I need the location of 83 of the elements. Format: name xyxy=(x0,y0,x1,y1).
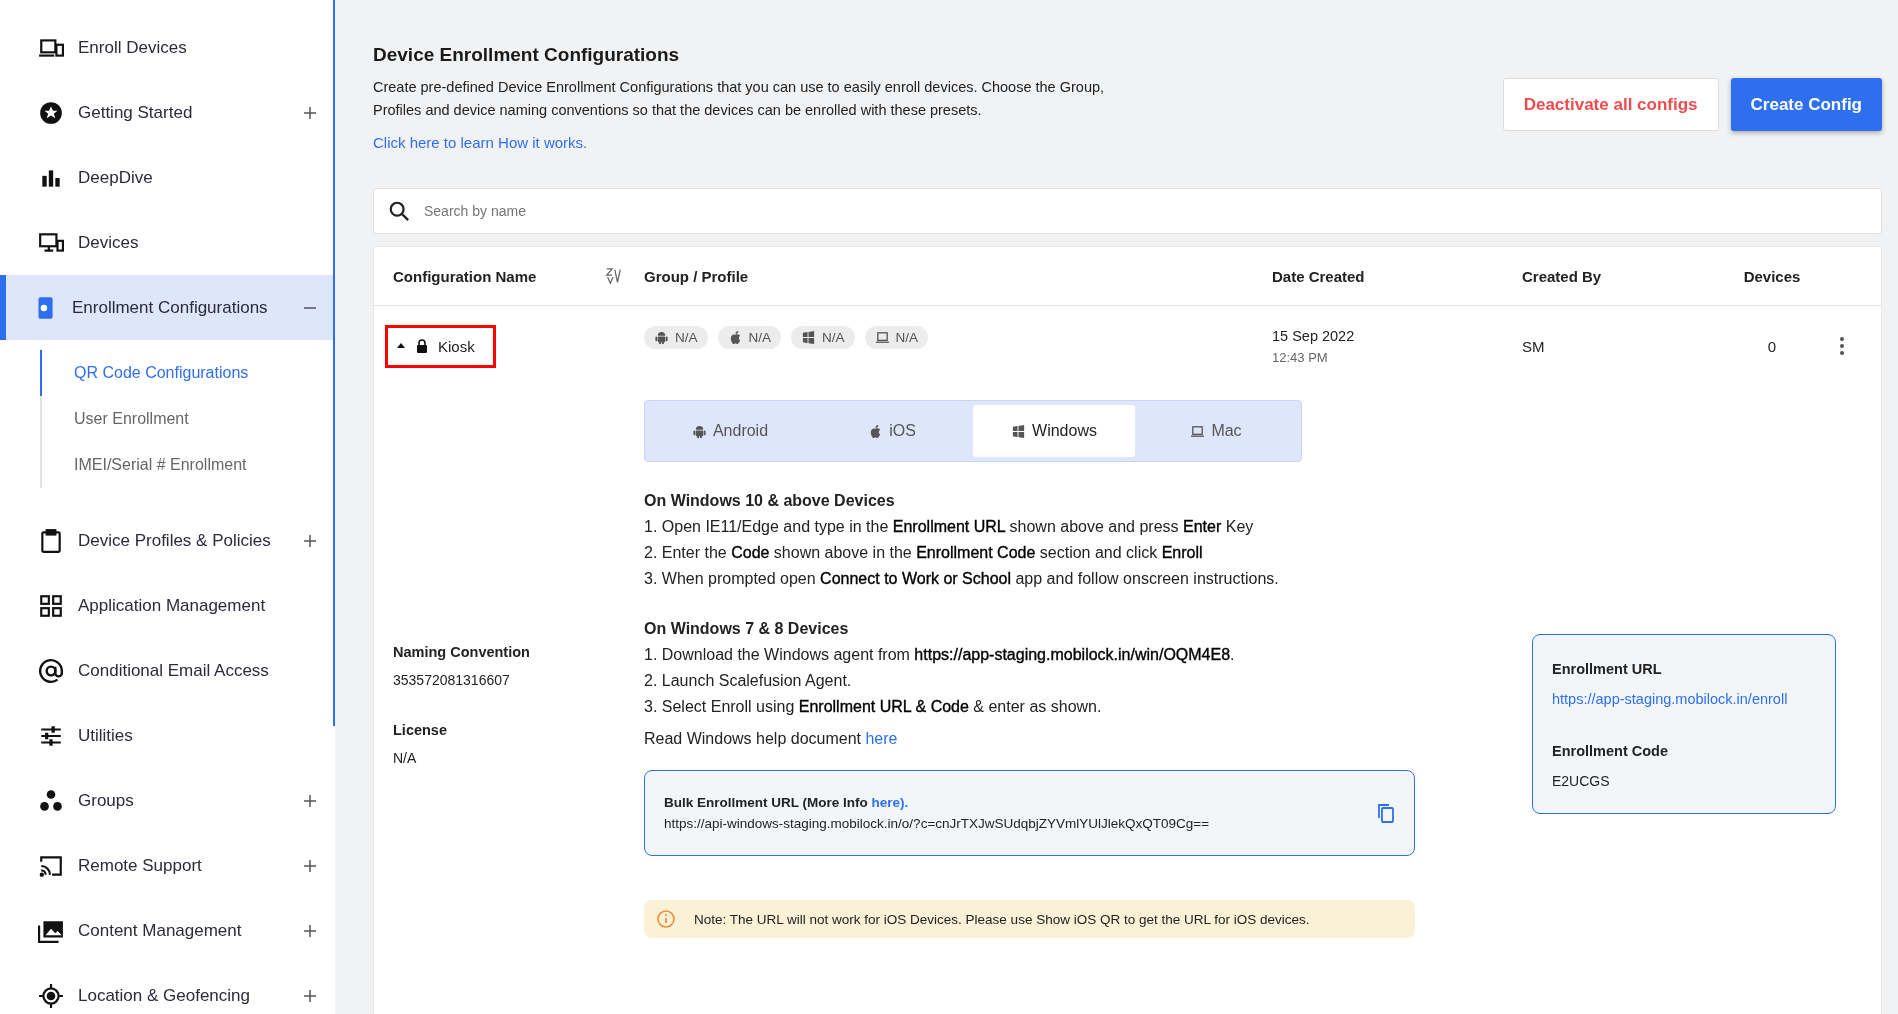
scrollbar[interactable] xyxy=(333,0,335,726)
sidebar-item[interactable]: Enrollment Configurations xyxy=(0,275,335,340)
field-label: Naming Convention xyxy=(393,644,531,660)
platform-tab[interactable]: Android xyxy=(649,405,811,457)
platform-tab[interactable]: Windows xyxy=(973,405,1135,457)
column-header: Devices xyxy=(1742,267,1802,285)
android-icon xyxy=(691,423,707,439)
target-icon xyxy=(38,982,64,1009)
help-link[interactable]: here xyxy=(865,730,898,747)
page-title: Device Enrollment Configurations xyxy=(373,44,681,66)
column-header: Configuration Name xyxy=(393,267,537,285)
sidebar-item[interactable]: Conditional Email Access xyxy=(0,638,335,703)
copy-icon[interactable] xyxy=(1376,802,1396,824)
section-heading: On Windows 7 & 8 Devices xyxy=(644,619,850,639)
column-header: Date Created xyxy=(1272,267,1366,285)
search-icon xyxy=(388,200,410,222)
help-text: Read Windows help document xyxy=(644,730,861,747)
sidebar-item[interactable]: Getting Started xyxy=(0,80,335,145)
more-info-link[interactable]: here). xyxy=(871,795,909,810)
bulk-url-label: Bulk Enrollment URL (More Info xyxy=(664,795,868,810)
page-description: Create pre-defined Device Enrollment Configurations that you can use to easily enroll devices. Choose the Group, Profiles and device naming conventions so that the devices can be enrolled with these presets. xyxy=(373,78,1106,120)
column-header: Group / Profile xyxy=(644,267,750,285)
search-field[interactable]: Search by name xyxy=(373,188,1882,234)
field-label: Enrollment URL xyxy=(1552,661,1663,677)
instruction-step: 3. Select Enroll using Enrollment URL & Code & enter as shown. xyxy=(644,694,1415,720)
sidebar-item[interactable]: Groups xyxy=(0,768,335,833)
field-value: 353572081316607 xyxy=(393,672,511,688)
enrollment-url-link[interactable]: https://app-staging.mobilock.in/enroll xyxy=(1552,691,1817,707)
field-label: License xyxy=(393,722,448,738)
create-button[interactable]: Create Config xyxy=(1730,78,1882,131)
sidebar-item[interactable]: Device Profiles & Policies xyxy=(0,508,335,573)
caret-icon[interactable] xyxy=(396,341,406,351)
submenu-item[interactable]: User Enrollment xyxy=(40,396,335,442)
expand-icon[interactable] xyxy=(303,533,317,548)
note-text: Note: The URL will not work for iOS Devices. Please use Show iOS QR to get the URL for iOS devices. xyxy=(694,911,1310,927)
expand-icon[interactable] xyxy=(303,858,317,873)
field-value: N/A xyxy=(393,750,418,766)
instruction-step: 1. Open IE11/Edge and type in the Enrollment URL shown above and press Enter Key xyxy=(644,514,1415,540)
enrollment-code: E2UCGS xyxy=(1552,773,1611,789)
instruction-step: 1. Download the Windows agent from https://app-staging.mobilock.in/win/OQM4E8. xyxy=(644,642,1415,668)
grid-icon xyxy=(38,592,64,619)
android-icon xyxy=(654,330,669,345)
clipboard-icon xyxy=(38,527,64,554)
windows-icon xyxy=(1011,423,1027,439)
platform-tab[interactable]: iOS xyxy=(811,405,973,457)
profile-chip: N/A xyxy=(644,326,708,349)
learn-link[interactable]: Click here to learn How it works. xyxy=(373,134,588,151)
sidebar-item[interactable]: Application Management xyxy=(0,573,335,638)
expand-icon[interactable] xyxy=(303,105,317,120)
device-count: 0 xyxy=(1766,337,1778,355)
section-heading: On Windows 10 & above Devices xyxy=(644,491,896,511)
sidebar-item[interactable]: Devices xyxy=(0,210,335,275)
at-icon xyxy=(38,657,64,684)
instruction-step: 2. Enter the Code shown above in the Enrollment Code section and click Enroll xyxy=(644,540,1415,566)
created-by: SM xyxy=(1522,337,1546,355)
expand-icon[interactable] xyxy=(303,793,317,808)
expand-icon[interactable] xyxy=(303,923,317,938)
sidebar-item[interactable]: Location & Geofencing xyxy=(0,963,335,1014)
submenu-item[interactable]: IMEI/Serial # Enrollment xyxy=(40,442,335,488)
instruction-step: 3. When prompted open Connect to Work or School app and follow onscreen instructions. xyxy=(644,566,1415,592)
config-name[interactable]: Kiosk xyxy=(385,324,496,368)
sidebar-item[interactable]: Enroll Devices xyxy=(0,15,335,80)
windows-icon xyxy=(801,330,817,345)
date-created: 15 Sep 2022 xyxy=(1272,327,1356,344)
dots-icon xyxy=(38,787,64,814)
platform-tab[interactable]: Mac xyxy=(1135,405,1297,457)
profile-chip: N/A xyxy=(791,326,855,349)
time-created: 12:43 PM xyxy=(1272,349,1329,365)
column-header: Created By xyxy=(1522,267,1603,285)
field-label: Enrollment Code xyxy=(1552,743,1669,759)
instruction-step: 2. Launch Scalefusion Agent. xyxy=(644,668,1415,694)
profile-chip: N/A xyxy=(717,326,782,349)
sort-icon[interactable] xyxy=(604,267,622,285)
sidebar-item[interactable]: Utilities xyxy=(0,703,335,768)
expand-icon[interactable] xyxy=(303,988,317,1003)
info-icon xyxy=(656,909,676,929)
sidebar-item[interactable]: DeepDive xyxy=(0,145,335,210)
sidebar-item[interactable]: Remote Support xyxy=(0,833,335,898)
sidebar-item[interactable]: Content Management xyxy=(0,898,335,963)
deactivate-button[interactable]: Deactivate all configs xyxy=(1502,78,1719,131)
bulk-url: https://api-windows-staging.mobilock.in/o/?c=cnJrTXJwSUdqbjZYVmlYUlJlekQxQT09Cg== xyxy=(664,816,1210,831)
profile-chip: N/A xyxy=(864,326,929,349)
more-icon[interactable] xyxy=(1838,336,1845,356)
